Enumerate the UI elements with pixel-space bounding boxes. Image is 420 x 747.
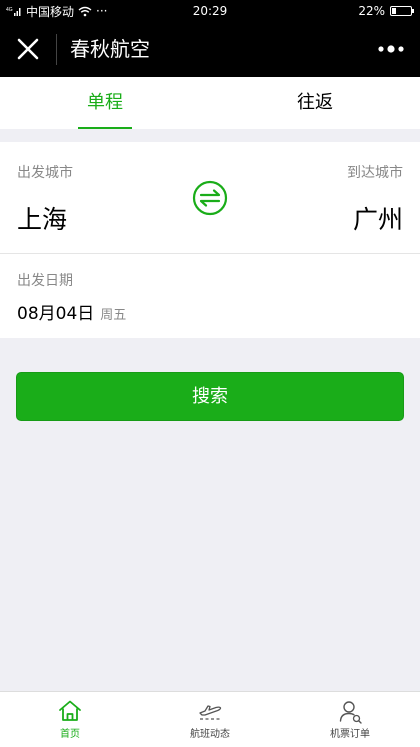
close-icon[interactable] <box>14 35 42 63</box>
search-form: 出发城市 到达城市 上海 广州 出发日期 08月04日 周五 <box>0 142 420 338</box>
plane-icon <box>199 705 222 720</box>
departure-label: 出发城市 <box>17 165 73 181</box>
bottom-tab-orders[interactable]: 机票订单 <box>280 692 420 747</box>
nav-divider <box>56 34 57 65</box>
user-icon <box>339 701 362 724</box>
nav-bar: 春秋航空 <box>0 22 420 77</box>
tab-active-underline <box>78 127 132 129</box>
tab-one-way-label: 单程 <box>87 92 123 113</box>
tab-round-trip-label: 往返 <box>297 92 333 113</box>
home-icon <box>59 700 81 721</box>
date-label: 出发日期 <box>17 273 73 289</box>
status-right: 22% <box>358 0 414 22</box>
bottom-tab-home-label: 首页 <box>60 729 80 740</box>
date-value: 08月04日 <box>17 304 95 324</box>
battery-icon <box>390 6 414 16</box>
departure-date[interactable]: 08月04日 周五 <box>17 299 126 324</box>
status-time: 20:29 <box>192 4 228 18</box>
battery-percent: 22% <box>358 4 385 18</box>
screen: 4G 中国移动 ··· 20:29 22% 春秋航空 单程 往返 出发城市 到达… <box>0 0 420 747</box>
search-button[interactable]: 搜索 <box>16 372 404 421</box>
more-icon[interactable] <box>376 38 406 60</box>
bottom-tab-orders-label: 机票订单 <box>330 729 370 740</box>
arrival-label: 到达城市 <box>347 165 403 181</box>
tab-round-trip[interactable]: 往返 <box>210 77 420 129</box>
page-title: 春秋航空 <box>70 37 150 61</box>
departure-city[interactable]: 上海 <box>17 200 67 236</box>
form-divider <box>0 253 420 254</box>
arrival-city[interactable]: 广州 <box>353 200 403 236</box>
status-bar: 4G 中国移动 ··· 20:29 22% <box>0 0 420 22</box>
weekday: 周五 <box>100 308 127 323</box>
bottom-tab-flight-status[interactable]: 航班动态 <box>140 692 280 747</box>
battery-fill <box>392 8 396 14</box>
bottom-tab-flight-status-label: 航班动态 <box>190 729 230 740</box>
trip-type-tabs: 单程 往返 <box>0 77 420 129</box>
bottom-tab-bar: 首页 航班动态 机票订单 <box>0 691 420 747</box>
swap-cities-icon[interactable] <box>192 180 228 216</box>
tab-one-way[interactable]: 单程 <box>0 77 210 129</box>
bottom-tab-home[interactable]: 首页 <box>0 692 140 747</box>
